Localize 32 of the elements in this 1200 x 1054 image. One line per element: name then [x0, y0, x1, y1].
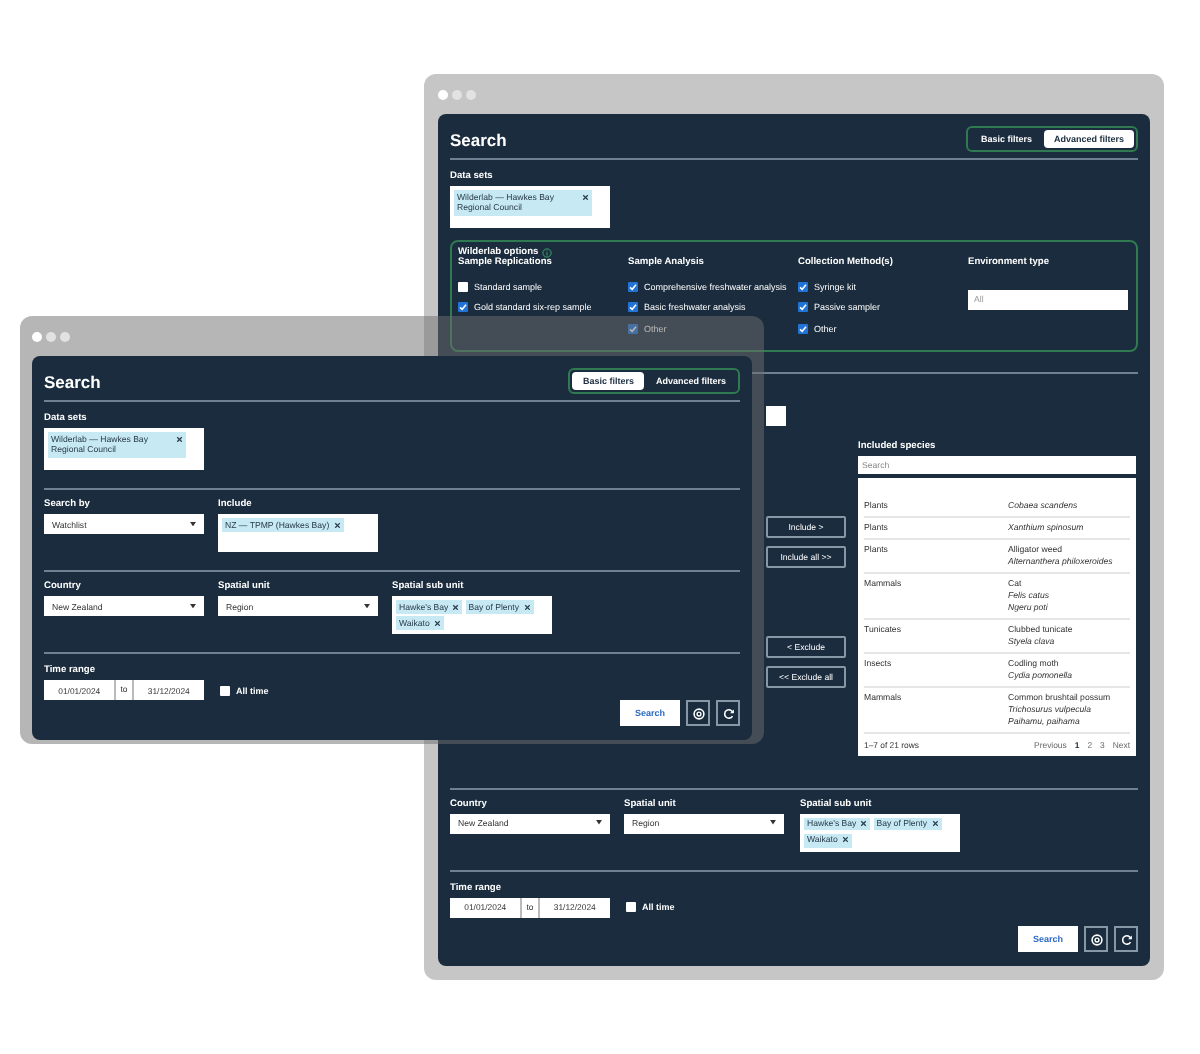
remove-icon[interactable]: [582, 193, 589, 200]
checkbox[interactable]: [798, 323, 808, 334]
remove-icon[interactable]: [333, 521, 341, 528]
caret-icon: [596, 820, 602, 826]
checkbox[interactable]: [458, 281, 468, 292]
ring-icon[interactable]: [686, 700, 710, 726]
info-icon[interactable]: [542, 248, 553, 258]
refresh-icon[interactable]: [716, 700, 740, 726]
remove-icon[interactable]: [452, 603, 460, 610]
caret-icon: [770, 820, 776, 826]
caret-icon: [190, 603, 196, 609]
remove-icon[interactable]: [931, 820, 939, 827]
checkbox[interactable]: [628, 281, 638, 292]
remove-icon[interactable]: [841, 836, 849, 844]
input-field[interactable]: [766, 405, 786, 425]
checkbox[interactable]: [628, 323, 638, 334]
checkbox[interactable]: [798, 302, 808, 313]
remove-icon[interactable]: [176, 435, 183, 442]
checkbox[interactable]: [220, 685, 230, 695]
refresh-icon[interactable]: [1114, 926, 1138, 952]
page-title: Search: [450, 129, 507, 149]
checkbox[interactable]: [798, 281, 808, 292]
caret-icon: [190, 521, 196, 527]
page-title: Search: [44, 371, 101, 391]
ring-icon[interactable]: [1084, 926, 1108, 952]
remove-icon[interactable]: [860, 820, 868, 827]
checkbox[interactable]: [626, 902, 636, 912]
checkbox[interactable]: [458, 302, 468, 313]
remove-icon[interactable]: [433, 619, 441, 627]
caret-icon: [364, 603, 370, 609]
checkbox[interactable]: [628, 302, 638, 313]
remove-icon[interactable]: [523, 603, 531, 610]
